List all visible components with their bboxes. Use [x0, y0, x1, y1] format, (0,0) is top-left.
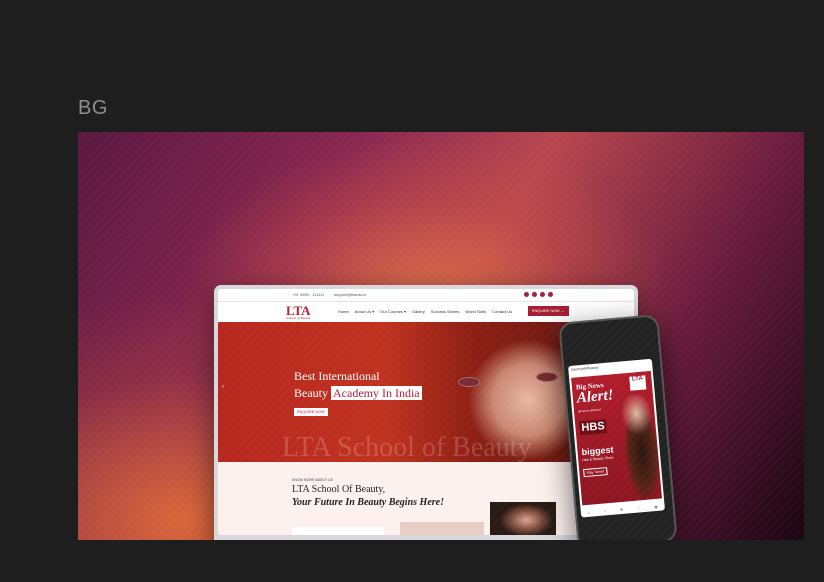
search-icon: ⌕	[603, 507, 607, 514]
main-menu: Home About Us ▾ Our Courses ▾ Gallery Su…	[338, 309, 512, 314]
phone-ad-sub: all set to debut at	[577, 407, 601, 414]
phone-ad-alert: Alert!	[576, 387, 615, 407]
about-image-1	[400, 522, 484, 535]
menu-success: Success Stories	[430, 309, 460, 314]
phone-screen: ltaschoolofbeauty LTA Big News Alert! al…	[568, 358, 665, 518]
about-image-2	[490, 502, 556, 535]
hero-eye-left	[458, 377, 480, 387]
phone-number: +91 0000 - 111111	[292, 292, 325, 297]
hero-watermark: LTA School of Beauty	[282, 432, 532, 462]
logo-text: LTA	[286, 303, 311, 318]
about-input-placeholder	[292, 527, 384, 535]
menu-contact: Contact Us	[492, 309, 513, 314]
menu-gallery: Gallery	[412, 309, 425, 314]
phone-mockup: ltaschoolofbeauty LTA Big News Alert! al…	[558, 314, 678, 540]
home-icon: ⌂	[587, 509, 591, 515]
phone-ad-show: Hair & Beauty Show	[582, 455, 614, 463]
hero-model-image	[438, 322, 634, 462]
frame-label[interactable]: BG	[78, 97, 108, 120]
phone-ad-hbs: HBS	[578, 418, 608, 436]
laptop-mockup: +91 0000 - 111111 support@ltaedu.in LTA …	[214, 285, 638, 540]
about-kicker: KNOW MORE ABOUT US	[292, 478, 333, 482]
social-icons	[524, 292, 553, 297]
hero-heading-pre: Beauty	[294, 386, 331, 400]
phone-ad-cta: Stay Tuned	[583, 467, 608, 478]
hero-heading-highlight: Academy In India	[331, 386, 422, 400]
slider-prev-icon: ‹	[222, 384, 224, 390]
site-logo: LTA School of Beauty	[286, 303, 311, 320]
facebook-icon	[524, 292, 529, 297]
menu-courses: Our Courses ▾	[380, 309, 407, 314]
phone-ad-biggest: biggest	[581, 444, 614, 458]
enquire-now-button: ENQUIRE NOW →	[528, 306, 569, 316]
menu-home: Home	[338, 309, 349, 314]
hero-heading-line2: Beauty Academy In India	[294, 386, 422, 401]
site-navbar: LTA School of Beauty Home About Us ▾ Our…	[218, 302, 634, 323]
website-screen: +91 0000 - 111111 support@ltaedu.in LTA …	[218, 289, 634, 535]
email-address: support@ltaedu.in	[334, 292, 367, 297]
hero-enquire-button: ENQUIRE NOW	[294, 408, 328, 416]
about-section: KNOW MORE ABOUT US LTA School Of Beauty,…	[218, 462, 634, 535]
phone-bottom-nav: ⌂ ⌕ ⊕ ♡ ◉	[580, 500, 665, 517]
background-canvas: +91 0000 - 111111 support@ltaedu.in LTA …	[78, 132, 804, 540]
phone-header: ltaschoolofbeauty	[568, 358, 654, 382]
phone-ad-model-image	[612, 392, 662, 502]
about-tagline: Your Future In Beauty Begins Here!	[292, 497, 444, 508]
whatsapp-icon	[548, 292, 553, 297]
hero-banner: ‹ Best International Beauty Academy In I…	[218, 322, 634, 462]
hero-heading-line1: Best International	[294, 369, 380, 383]
menu-about: About Us ▾	[354, 309, 375, 314]
phone-ad-big-news: Big News	[575, 381, 605, 392]
hero-eye-right	[536, 372, 558, 382]
phone-ad-logo: LTA	[629, 375, 647, 391]
profile-icon: ◉	[653, 503, 658, 509]
phone-ad-banner: LTA Big News Alert! all set to debut at …	[571, 370, 662, 506]
heart-icon: ♡	[636, 504, 641, 511]
logo-sub: School of Beauty	[286, 316, 311, 320]
add-icon: ⊕	[619, 506, 624, 512]
top-contact-bar: +91 0000 - 111111 support@ltaedu.in	[218, 289, 634, 302]
instagram-icon	[532, 292, 537, 297]
youtube-icon	[540, 292, 545, 297]
about-title: LTA School Of Beauty,	[292, 484, 386, 495]
menu-world-skills: World Skills	[465, 309, 487, 314]
